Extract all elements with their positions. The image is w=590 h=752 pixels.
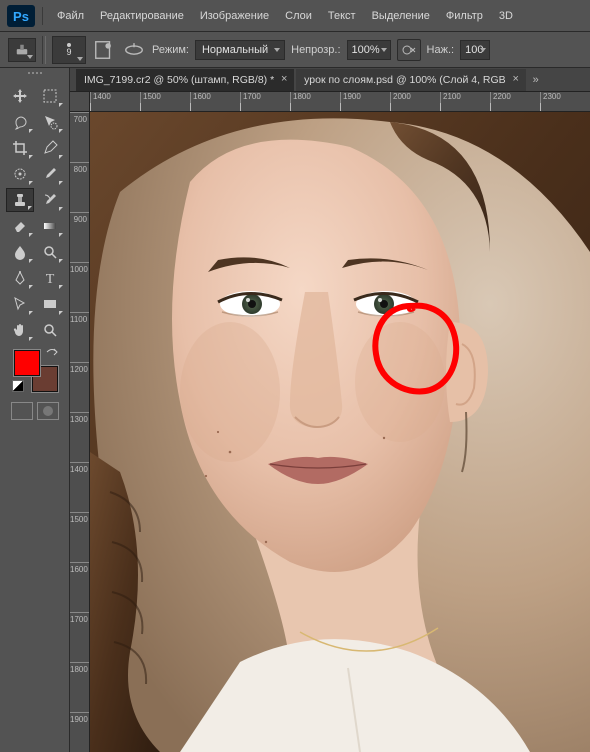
- opacity-label: Непрозр.:: [291, 44, 340, 56]
- eyedropper-tool[interactable]: [36, 136, 64, 160]
- menu-изображение[interactable]: Изображение: [192, 8, 277, 24]
- healing-tool[interactable]: [6, 162, 34, 186]
- move-tool[interactable]: [6, 84, 34, 108]
- color-swatches: [10, 348, 60, 392]
- gradient-tool[interactable]: [36, 214, 64, 238]
- swap-colors-icon[interactable]: [46, 348, 58, 360]
- menu-текст[interactable]: Текст: [320, 8, 364, 24]
- foreground-color-swatch[interactable]: [14, 350, 40, 376]
- brush-size-value: 9: [66, 48, 71, 57]
- close-icon[interactable]: ×: [278, 73, 290, 85]
- stamp-tool[interactable]: [6, 188, 34, 212]
- document-image: [90, 112, 590, 752]
- panel-handle[interactable]: [20, 72, 50, 80]
- lasso-tool[interactable]: [6, 110, 34, 134]
- svg-text:T: T: [45, 272, 54, 286]
- canvas-area: 1400150016001700180019002000210022002300…: [70, 92, 590, 752]
- menu-файл[interactable]: Файл: [49, 8, 92, 24]
- marquee-tool[interactable]: [36, 84, 64, 108]
- svg-text:Ps: Ps: [13, 9, 29, 24]
- type-tool[interactable]: T: [36, 266, 64, 290]
- brush-preset-picker[interactable]: 9: [52, 36, 86, 64]
- tool-preset-picker[interactable]: [8, 38, 36, 62]
- history-brush-tool[interactable]: [36, 188, 64, 212]
- path-select-tool[interactable]: [6, 292, 34, 316]
- photoshop-logo: Ps: [6, 4, 36, 28]
- menu-bar: Ps ФайлРедактированиеИзображениеСлоиТекс…: [0, 0, 590, 32]
- crop-tool[interactable]: [6, 136, 34, 160]
- opacity-input[interactable]: 100%: [347, 40, 391, 60]
- eraser-tool[interactable]: [6, 214, 34, 238]
- default-colors-icon[interactable]: [12, 380, 24, 392]
- canvas[interactable]: [90, 112, 590, 752]
- tab-overflow-icon[interactable]: »: [528, 69, 544, 91]
- document-tab[interactable]: IMG_7199.cr2 @ 50% (штамп, RGB/8) *×: [76, 69, 294, 91]
- hand-tool[interactable]: [6, 318, 34, 342]
- ruler-vertical[interactable]: 7008009001000110012001300140015001600170…: [70, 112, 90, 752]
- close-icon[interactable]: ×: [510, 73, 522, 85]
- menu-фильтр[interactable]: Фильтр: [438, 8, 491, 24]
- quick-mask-button[interactable]: [37, 402, 59, 420]
- blur-tool[interactable]: [6, 240, 34, 264]
- menu-3d[interactable]: 3D: [491, 8, 521, 24]
- flow-label: Наж.:: [427, 44, 455, 56]
- dodge-tool[interactable]: [36, 240, 64, 264]
- menu-выделение[interactable]: Выделение: [364, 8, 438, 24]
- document-tab[interactable]: урок по слоям.psd @ 100% (Слой 4, RGB×: [296, 69, 526, 91]
- shape-tool[interactable]: [36, 292, 64, 316]
- tools-panel: T: [0, 68, 70, 752]
- document-area: IMG_7199.cr2 @ 50% (штамп, RGB/8) *×урок…: [70, 68, 590, 752]
- quick-select-tool[interactable]: [36, 110, 64, 134]
- menu-редактирование[interactable]: Редактирование: [92, 8, 192, 24]
- brush-panel-icon[interactable]: [92, 39, 116, 61]
- brush-tool[interactable]: [36, 162, 64, 186]
- pen-tool[interactable]: [6, 266, 34, 290]
- blend-mode-label: Режим:: [152, 44, 189, 56]
- workspace: T IMG_7199.cr2 @ 50% (штамп, RGB/8) *×ур…: [0, 68, 590, 752]
- flow-input[interactable]: 100: [460, 40, 490, 60]
- blend-mode-dropdown[interactable]: Нормальный: [195, 40, 285, 60]
- document-tab-strip: IMG_7199.cr2 @ 50% (штамп, RGB/8) *×урок…: [70, 68, 590, 92]
- standard-mode-button[interactable]: [11, 402, 33, 420]
- zoom-tool[interactable]: [36, 318, 64, 342]
- ruler-horizontal[interactable]: 1400150016001700180019002000210022002300: [90, 92, 590, 112]
- annotation-circle: [368, 300, 460, 398]
- options-bar: 9 Режим: Нормальный Непрозр.: 100% Наж.:…: [0, 32, 590, 68]
- divider: [42, 36, 46, 64]
- divider: [42, 7, 43, 25]
- pressure-size-icon[interactable]: [122, 39, 146, 61]
- menu-слои[interactable]: Слои: [277, 8, 320, 24]
- ruler-origin[interactable]: [70, 92, 90, 112]
- pressure-opacity-icon[interactable]: [397, 39, 421, 61]
